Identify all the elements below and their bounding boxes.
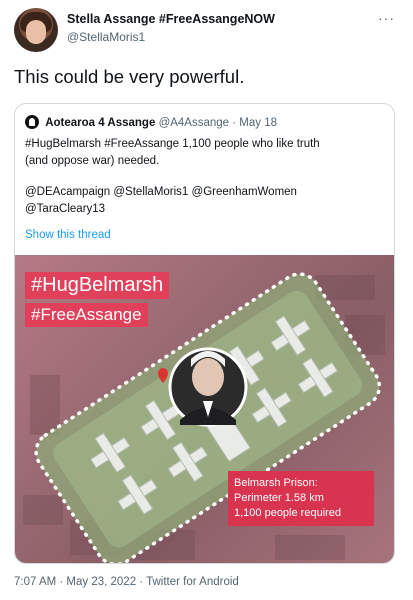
- portrait: [168, 347, 248, 427]
- tweet-timestamp[interactable]: 7:07 AM · May 23, 2022 · Twitter for And…: [14, 576, 239, 588]
- quoted-tweet-text: #HugBelmarsh #FreeAssange 1,100 people w…: [25, 136, 385, 218]
- quoted-tweet-image[interactable]: #HugBelmarsh #FreeAssange Belmarsh Priso…: [15, 255, 394, 563]
- quoted-display-name: Aotearoa 4 Assange: [45, 117, 156, 129]
- hashtag-banner-2: #FreeAssange: [25, 303, 148, 327]
- quoted-mentions-line: @TaraCleary13: [25, 203, 106, 215]
- prison-caption: Belmarsh Prison: Perimeter 1.58 km 1,100…: [228, 471, 374, 526]
- author-handle[interactable]: @StellaMoris1: [67, 30, 145, 44]
- tweet: Stella Assange #FreeAssangeNOW @StellaMo…: [0, 0, 413, 600]
- author-display-name[interactable]: Stella Assange #FreeAssangeNOW: [67, 12, 275, 26]
- quoted-tweet[interactable]: Aotearoa 4 Assange @A4Assange · May 18 #…: [14, 103, 395, 564]
- quoted-mentions-line: @DEAcampaign @StellaMoris1 @GreenhamWome…: [25, 186, 297, 198]
- caption-line: Belmarsh Prison:: [234, 477, 318, 489]
- tweet-text: This could be very powerful.: [14, 66, 245, 87]
- quoted-handle-date: @A4Assange · May 18: [158, 117, 277, 129]
- caption-line: 1,100 people required: [234, 507, 342, 519]
- avatar[interactable]: [14, 8, 58, 52]
- hashtag-banner-1: #HugBelmarsh: [25, 272, 170, 299]
- more-options-icon[interactable]: ···: [378, 10, 395, 26]
- quoted-avatar: [25, 115, 39, 129]
- quoted-text-line: #HugBelmarsh #FreeAssange 1,100 people w…: [25, 138, 320, 150]
- tweet-header: Stella Assange #FreeAssangeNOW @StellaMo…: [14, 8, 399, 54]
- quoted-tweet-header: Aotearoa 4 Assange @A4Assange · May 18: [25, 115, 277, 131]
- show-thread-link[interactable]: Show this thread: [25, 229, 111, 241]
- caption-line: Perimeter 1.58 km: [234, 492, 324, 504]
- quoted-text-line: (and oppose war) needed.: [25, 155, 160, 167]
- avatar-face: [26, 20, 46, 44]
